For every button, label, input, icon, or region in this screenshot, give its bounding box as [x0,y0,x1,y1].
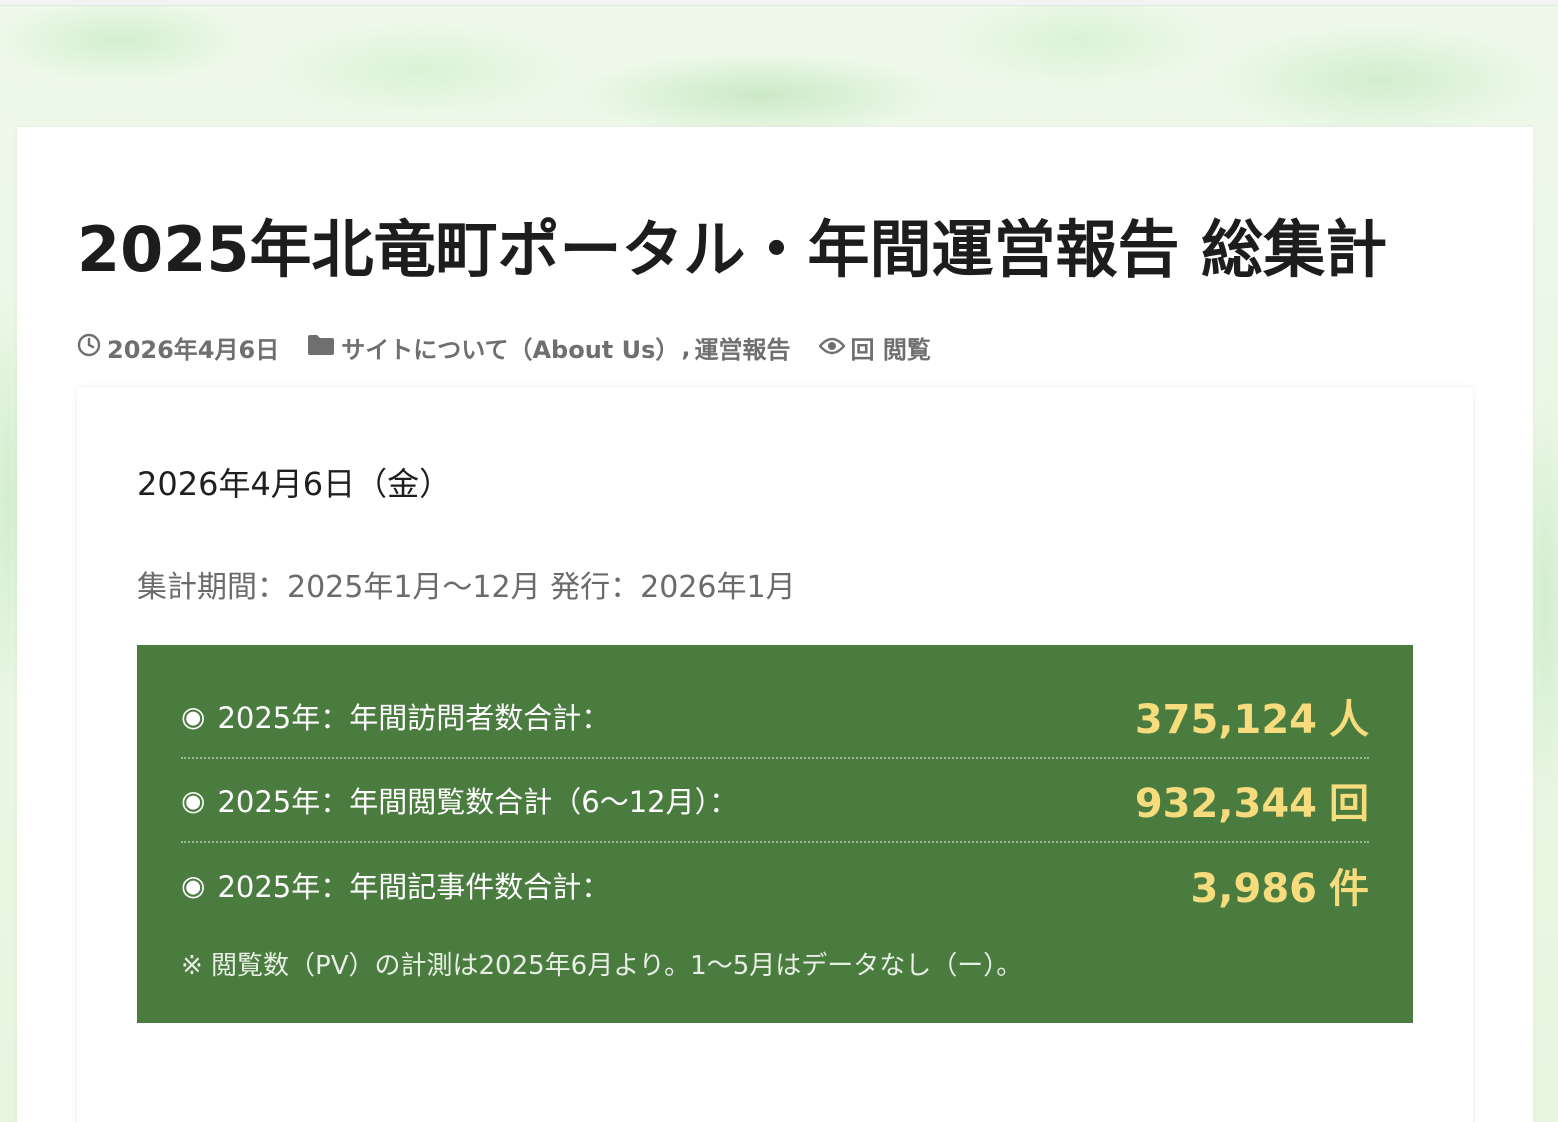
post-date: 2026年4月6日 [77,330,279,365]
stat-row-visitors: ◉ 2025年：年間訪問者数合計： 375,124 人 [181,675,1369,759]
stat-row-pageviews: ◉ 2025年：年間閲覧数合計（6〜12月）： 932,344 回 [181,759,1369,843]
browser-top-edge [0,0,1558,6]
bullet-icon: ◉ [181,783,206,817]
report-date: 2026年4月6日（金） [137,465,452,503]
stat-value: 932,344 [1134,781,1317,827]
report-body: 2026年4月6日（金） 集計期間：2025年1月〜12月 発行：2026年1月… [77,387,1473,1122]
stat-label: 2025年：年間訪問者数合計： [217,701,611,735]
post-title: 2025年北竜町ポータル・年間運営報告 総集計 [77,213,1388,286]
post-views-text: 回 閲覧 [850,336,931,364]
stat-label: 2025年：年間記事件数合計： [217,870,611,904]
bullet-icon: ◉ [181,868,206,902]
stat-unit: 人 [1329,697,1369,743]
folder-icon [307,334,341,362]
stats-summary-box: ◉ 2025年：年間訪問者数合計： 375,124 人 ◉ 2025年：年間閲覧数… [137,645,1413,1023]
post-categories: サイトについて（About Us） , 運営報告 [307,330,791,365]
clock-icon [77,333,107,363]
post-meta: 2026年4月6日 サイトについて（About Us） , 運営報告 回 閲覧 [77,330,959,365]
post-views: 回 閲覧 [817,330,931,365]
stat-value: 375,124 [1134,697,1317,743]
eye-icon [817,334,851,362]
category-link-about[interactable]: サイトについて（About Us） [341,330,679,365]
post-date-text: 2026年4月6日 [107,336,280,364]
stat-unit: 件 [1329,866,1369,912]
category-separator: , [681,333,691,362]
stat-row-articles: ◉ 2025年：年間記事件数合計： 3,986 件 [181,843,1369,927]
pv-note: ※ 閲覧数（PV）の計測は2025年6月より。1〜5月はデータなし（ー）。 [181,951,1023,981]
category-link-report[interactable]: 運営報告 [695,330,791,365]
post-card: 2025年北竜町ポータル・年間運営報告 総集計 2026年4月6日 サイトについ… [17,127,1533,1122]
bullet-icon: ◉ [181,699,206,733]
report-period: 集計期間：2025年1月〜12月 発行：2026年1月 [137,570,796,605]
stat-value: 3,986 [1190,866,1317,912]
stat-label: 2025年：年間閲覧数合計（6〜12月）： [217,785,739,819]
stat-unit: 回 [1329,781,1369,827]
